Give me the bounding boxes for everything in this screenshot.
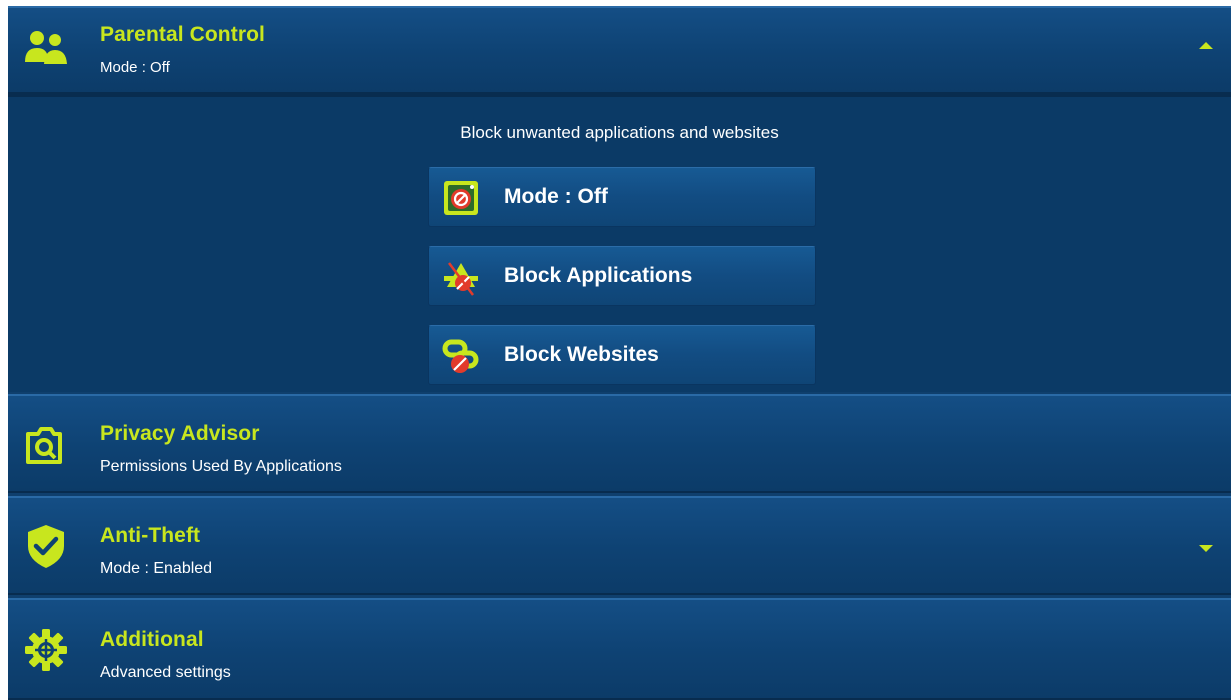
anti-theft-title: Anti-Theft <box>100 524 201 547</box>
parental-control-subtitle: Mode : Off <box>100 59 170 76</box>
additional-title: Additional <box>100 628 204 651</box>
parental-control-header[interactable]: Parental Control Mode : Off <box>8 6 1231 94</box>
mode-off-icon <box>441 178 481 218</box>
mode-off-button[interactable]: Mode : Off <box>428 167 816 227</box>
privacy-advisor-header[interactable]: Privacy Advisor Permissions Used By Appl… <box>8 394 1231 493</box>
additional-subtitle: Advanced settings <box>100 664 231 681</box>
block-websites-icon <box>441 336 481 376</box>
block-applications-label: Block Applications <box>504 264 693 287</box>
gear-icon <box>22 626 70 674</box>
parents-icon <box>22 24 70 72</box>
parental-control-title: Parental Control <box>100 23 265 46</box>
privacy-advisor-subtitle: Permissions Used By Applications <box>100 458 342 475</box>
block-websites-label: Block Websites <box>504 343 659 366</box>
block-applications-button[interactable]: Block Applications <box>428 246 816 306</box>
anti-theft-subtitle: Mode : Enabled <box>100 560 213 577</box>
chevron-up-icon[interactable] <box>1199 42 1213 49</box>
block-websites-button[interactable]: Block Websites <box>428 325 816 385</box>
anti-theft-header[interactable]: Anti-Theft Mode : Enabled <box>8 496 1231 595</box>
privacy-advisor-title: Privacy Advisor <box>100 422 260 445</box>
shield-check-icon <box>22 522 70 570</box>
parental-control-description: Block unwanted applications and websites <box>460 123 779 142</box>
mode-off-label: Mode : Off <box>504 185 608 208</box>
camera-icon <box>22 422 70 470</box>
parental-control-panel: Block unwanted applications and websites… <box>8 94 1231 392</box>
chevron-down-icon[interactable] <box>1199 545 1213 552</box>
block-applications-icon <box>441 257 481 297</box>
additional-header[interactable]: Additional Advanced settings <box>8 598 1231 700</box>
app-window: Parental Control Mode : Off Block unwant… <box>8 6 1231 700</box>
